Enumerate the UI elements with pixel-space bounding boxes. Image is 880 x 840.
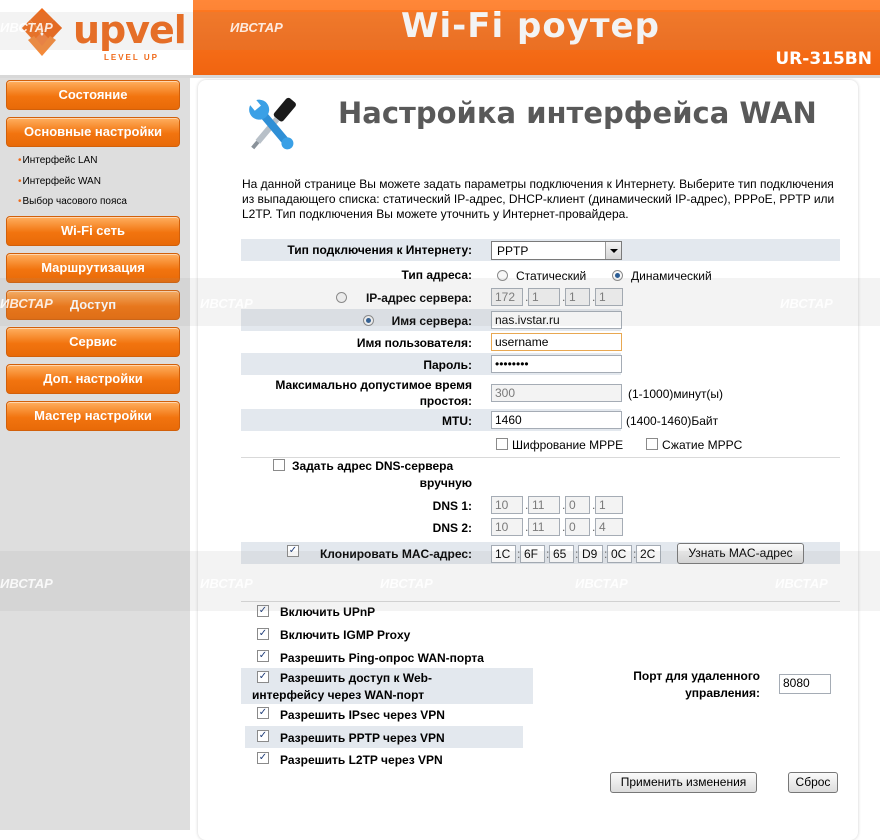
mppe-checkbox[interactable]: [496, 438, 508, 450]
upnp-label: Включить UPnP: [280, 605, 376, 619]
dns-manual-label-1: Задать адрес DNS-сервера: [292, 459, 454, 473]
mac-byte-2[interactable]: 6F: [520, 545, 545, 563]
upvel-logo-icon: [22, 8, 62, 56]
connection-type-label: Тип подключения к Интернету:: [287, 243, 472, 257]
server-name-label: Имя сервера:: [391, 314, 472, 328]
menu-wifi[interactable]: Wi-Fi сеть: [6, 216, 180, 246]
static-radio[interactable]: [497, 270, 508, 281]
static-label: Статический: [516, 269, 587, 283]
mppe-label: Шифрование MPPE: [512, 438, 624, 452]
dns2-octet-1[interactable]: 10: [491, 518, 523, 536]
server-ip-octet-3[interactable]: 1: [565, 288, 590, 306]
mac-byte-4[interactable]: D9: [578, 545, 603, 563]
server-ip-radio[interactable]: [336, 292, 347, 303]
menu-status[interactable]: Состояние: [6, 80, 180, 110]
menu-access[interactable]: Доступ: [6, 290, 180, 320]
page-title: Настройка интерфейса WAN: [338, 96, 817, 130]
header-banner: Wi-Fi роутер UR-315BN: [193, 0, 880, 75]
idle-time-input[interactable]: 300: [491, 384, 622, 402]
password-label: Пароль:: [423, 358, 472, 372]
dns1-octet-4[interactable]: 1: [595, 496, 623, 514]
mtu-label: MTU:: [442, 414, 472, 428]
web-access-checkbox[interactable]: ✓: [257, 671, 269, 683]
web-access-label-2: интерфейсу через WAN-порт: [252, 688, 425, 702]
clone-mac-label: Клонировать MAC-адрес:: [319, 547, 472, 561]
submenu-timezone[interactable]: Выбор часового пояса: [18, 196, 127, 207]
dynamic-label: Динамический: [631, 269, 712, 283]
dns2-octet-4[interactable]: 4: [595, 518, 623, 536]
password-input[interactable]: ••••••••: [491, 355, 622, 373]
sidebar: [0, 78, 190, 830]
model-name: UR-315BN: [775, 49, 872, 69]
ping-checkbox[interactable]: ✓: [257, 650, 269, 662]
menu-service[interactable]: Сервис: [6, 327, 180, 357]
brand-tagline: LEVEL UP: [104, 53, 159, 62]
mac-byte-3[interactable]: 65: [549, 545, 574, 563]
mppc-label: Сжатие MPPC: [662, 438, 743, 452]
igmp-checkbox[interactable]: ✓: [257, 628, 269, 640]
ipsec-checkbox[interactable]: ✓: [257, 707, 269, 719]
page-description: На данной странице Вы можете задать пара…: [242, 177, 835, 221]
dns-manual-checkbox[interactable]: [273, 459, 285, 471]
tools-icon: [248, 97, 296, 150]
remote-port-label-2: управления:: [685, 686, 760, 700]
dns2-octet-3[interactable]: 0: [565, 518, 590, 536]
server-ip-octet-1[interactable]: 172: [491, 288, 523, 306]
server-ip-octet-4[interactable]: 1: [595, 288, 623, 306]
idle-time-hint: (1-1000)минут(ы): [628, 387, 724, 401]
pptp-checkbox[interactable]: ✓: [257, 730, 269, 742]
upnp-checkbox[interactable]: ✓: [257, 605, 269, 617]
dns2-label: DNS 2:: [432, 521, 472, 535]
dns1-label: DNS 1:: [432, 499, 472, 513]
submenu-wan-interface[interactable]: Интерфейс WAN: [18, 176, 101, 187]
pptp-label: Разрешить PPTP через VPN: [280, 731, 445, 745]
dns1-octet-1[interactable]: 10: [491, 496, 523, 514]
server-name-input[interactable]: nas.ivstar.ru: [491, 311, 622, 329]
username-label: Имя пользователя:: [356, 336, 472, 350]
mppc-checkbox[interactable]: [646, 438, 658, 450]
banner-title: Wi-Fi роутер: [401, 6, 660, 46]
menu-routing[interactable]: Маршрутизация: [6, 253, 180, 283]
dns1-octet-3[interactable]: 0: [565, 496, 590, 514]
igmp-label: Включить IGMP Proxy: [280, 628, 411, 642]
apply-button[interactable]: Применить изменения: [610, 772, 757, 793]
dynamic-radio[interactable]: [612, 270, 623, 281]
l2tp-label: Разрешить L2TP через VPN: [280, 753, 443, 767]
dns1-octet-2[interactable]: 11: [528, 496, 560, 514]
remote-port-input[interactable]: 8080: [779, 674, 831, 694]
ping-label: Разрешить Ping-опрос WAN-порта: [280, 651, 484, 665]
detect-mac-button[interactable]: Узнать MAC-адрес: [677, 543, 804, 564]
mac-byte-5[interactable]: 0C: [607, 545, 632, 563]
idle-time-label-1: Максимально допустимое время: [275, 378, 472, 392]
server-ip-label: IP-адрес сервера:: [365, 291, 472, 305]
header: upvel LEVEL UP Wi-Fi роутер UR-315BN: [0, 0, 880, 78]
username-input[interactable]: username: [491, 333, 622, 351]
reset-button[interactable]: Сброс: [788, 772, 838, 793]
server-ip-octet-2[interactable]: 1: [528, 288, 560, 306]
menu-wizard[interactable]: Мастер настройки: [6, 401, 180, 431]
submenu-lan-interface[interactable]: Интерфейс LAN: [18, 155, 98, 166]
clone-mac-checkbox[interactable]: ✓: [287, 545, 299, 557]
logo: upvel LEVEL UP: [0, 0, 193, 75]
menu-basic-settings[interactable]: Основные настройки: [6, 117, 180, 147]
server-name-radio[interactable]: [363, 315, 374, 326]
menu-advanced[interactable]: Доп. настройки: [6, 364, 180, 394]
ipsec-label: Разрешить IPsec через VPN: [280, 708, 445, 722]
l2tp-checkbox[interactable]: ✓: [257, 752, 269, 764]
mtu-input[interactable]: 1460: [491, 411, 622, 429]
mac-byte-1[interactable]: 1C: [491, 545, 516, 563]
remote-port-label-1: Порт для удаленного: [633, 669, 760, 683]
dns-manual-label-2: вручную: [419, 476, 472, 490]
mtu-hint: (1400-1460)Байт: [626, 414, 719, 428]
chevron-down-icon[interactable]: [605, 242, 621, 259]
address-type-label: Тип адреса:: [401, 268, 472, 282]
web-access-label-1: Разрешить доступ к Web-: [280, 671, 432, 685]
connection-type-value: PPTP: [497, 244, 529, 258]
connection-type-select[interactable]: PPTP: [491, 241, 622, 260]
mac-byte-6[interactable]: 2C: [636, 545, 661, 563]
idle-time-label-2: простоя:: [419, 394, 472, 408]
dns2-octet-2[interactable]: 11: [528, 518, 560, 536]
brand-name: upvel: [73, 8, 187, 52]
